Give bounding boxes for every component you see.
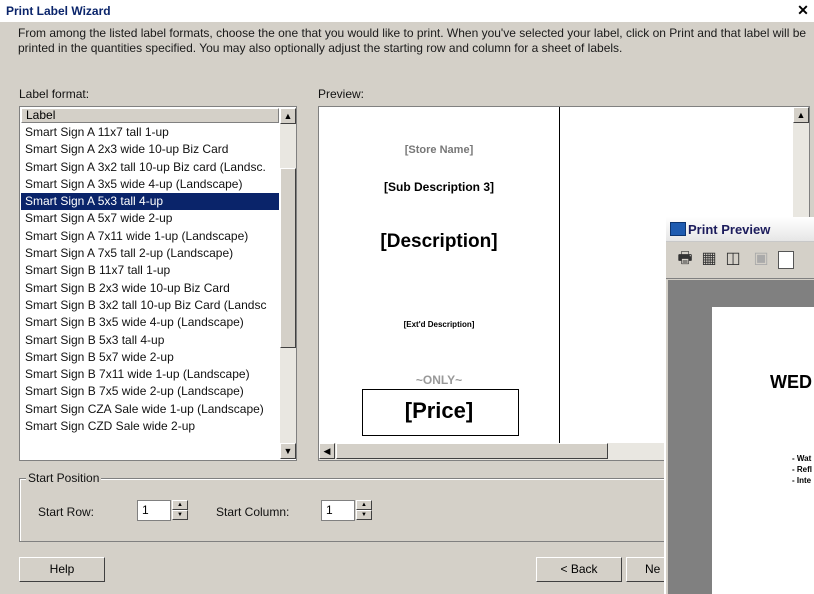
print-preview-title-bar[interactable]: Print Preview xyxy=(666,217,814,242)
back-button[interactable]: < Back xyxy=(536,557,622,582)
description-field: [Description] xyxy=(380,231,498,252)
list-item[interactable]: Smart Sign A 2x3 wide 10-up Biz Card xyxy=(21,141,279,158)
print-preview-toolbar: 🖶 ▦ ◫ ▣ xyxy=(666,242,814,279)
list-scrollbar[interactable]: ▲ ▼ xyxy=(280,108,296,459)
start-column-input[interactable]: 1 xyxy=(321,500,355,521)
copy-icon[interactable]: ▣ xyxy=(750,248,772,270)
chevron-up-icon[interactable]: ▲ xyxy=(172,500,188,510)
bullet-line: - Inte xyxy=(792,476,812,485)
list-item[interactable]: Smart Sign B 2x3 wide 10-up Biz Card xyxy=(21,280,279,297)
window-title: Print Label Wizard xyxy=(6,4,111,18)
start-row-input[interactable]: 1 xyxy=(137,500,171,521)
print-preview-canvas: WED - Wat - Refl - Inte xyxy=(668,280,814,594)
next-button[interactable]: Ne xyxy=(626,557,666,582)
close-button[interactable]: ✕ xyxy=(795,2,811,18)
list-item[interactable]: Smart Sign B 5x7 wide 2-up xyxy=(21,349,279,366)
page-bullets: - Wat - Refl - Inte xyxy=(792,453,812,486)
list-item[interactable]: Smart Sign CZD Sale wide 2-up xyxy=(21,418,279,435)
list-item[interactable]: Smart Sign B 3x5 wide 4-up (Landscape) xyxy=(21,314,279,331)
list-item[interactable]: Smart Sign B 5x3 tall 4-up xyxy=(21,332,279,349)
list-item[interactable]: Smart Sign A 3x2 tall 10-up Biz card (La… xyxy=(21,159,279,176)
preview-scroll-up-button[interactable]: ▲ xyxy=(793,107,809,123)
preview-page: WED - Wat - Refl - Inte xyxy=(712,307,814,594)
chevron-down-icon[interactable]: ▼ xyxy=(172,510,188,520)
preview-scroll-thumb[interactable] xyxy=(336,443,608,459)
label-rows: Smart Sign A 11x7 tall 1-up Smart Sign A … xyxy=(21,124,279,435)
list-item[interactable]: Smart Sign A 7x11 wide 1-up (Landscape) xyxy=(21,228,279,245)
title-bar: Print Label Wizard ✕ xyxy=(0,0,814,22)
bullet-line: - Wat xyxy=(792,454,812,463)
list-item[interactable]: Smart Sign B 7x11 wide 1-up (Landscape) xyxy=(21,366,279,383)
list-item[interactable]: Smart Sign A 5x3 tall 4-up xyxy=(21,193,279,211)
list-item[interactable]: Smart Sign A 7x5 tall 2-up (Landscape) xyxy=(21,245,279,262)
list-item[interactable]: Smart Sign A 3x5 wide 4-up (Landscape) xyxy=(21,176,279,193)
page-icon[interactable] xyxy=(778,251,794,269)
chevron-down-icon[interactable]: ▼ xyxy=(356,510,372,520)
label-page: [Store Name] [Sub Description 3] [Descri… xyxy=(319,107,560,443)
window-icon xyxy=(670,222,686,236)
extd-description-field: [Ext'd Description] xyxy=(403,320,475,329)
label-format-heading: Label format: xyxy=(19,87,90,101)
list-item[interactable]: Smart Sign CZA Sale wide 1-up (Landscape… xyxy=(21,401,279,418)
list-item[interactable]: Smart Sign A 5x7 wide 2-up xyxy=(21,210,279,227)
list-item[interactable]: Smart Sign B 7x5 wide 2-up (Landscape) xyxy=(21,383,279,400)
price-field: [Price] xyxy=(404,398,474,423)
list-item[interactable]: Smart Sign B 11x7 tall 1-up xyxy=(21,262,279,279)
scroll-thumb[interactable] xyxy=(280,168,296,348)
store-name-field: [Store Name] xyxy=(404,144,474,156)
page-setup-icon[interactable]: ▦ xyxy=(698,248,720,270)
list-item[interactable]: Smart Sign B 3x2 tall 10-up Biz Card (La… xyxy=(21,297,279,314)
help-button[interactable]: Help xyxy=(19,557,105,582)
label-format-list[interactable]: Label Smart Sign A 11x7 tall 1-up Smart S… xyxy=(19,106,297,461)
print-preview-window[interactable]: Print Preview 🖶 ▦ ◫ ▣ WED - Wat - Refl -… xyxy=(664,217,814,594)
zoom-icon[interactable]: ◫ xyxy=(722,248,744,270)
scroll-up-button[interactable]: ▲ xyxy=(280,108,296,124)
start-column-spinner[interactable]: ▲ ▼ xyxy=(356,500,372,521)
print-preview-title: Print Preview xyxy=(688,222,771,237)
chevron-up-icon[interactable]: ▲ xyxy=(356,500,372,510)
instructions-text: From among the listed label formats, cho… xyxy=(18,26,807,55)
only-field: ~ONLY~ xyxy=(415,373,463,387)
scroll-down-button[interactable]: ▼ xyxy=(280,443,296,459)
start-row-spinner[interactable]: ▲ ▼ xyxy=(172,500,188,521)
start-row-label: Start Row: xyxy=(38,505,95,519)
sub-description-field: [Sub Description 3] xyxy=(383,180,494,194)
preview-heading: Preview: xyxy=(318,87,365,101)
label-column-header[interactable]: Label xyxy=(21,108,279,123)
start-position-label: Start Position xyxy=(26,471,102,485)
bullet-line: - Refl xyxy=(792,465,812,474)
list-item[interactable]: Smart Sign A 11x7 tall 1-up xyxy=(21,124,279,141)
print-icon[interactable]: 🖶 xyxy=(674,248,696,270)
preview-scroll-left-button[interactable]: ◀ xyxy=(319,443,335,459)
start-column-label: Start Column: xyxy=(216,505,290,519)
page-heading: WED xyxy=(770,372,812,392)
